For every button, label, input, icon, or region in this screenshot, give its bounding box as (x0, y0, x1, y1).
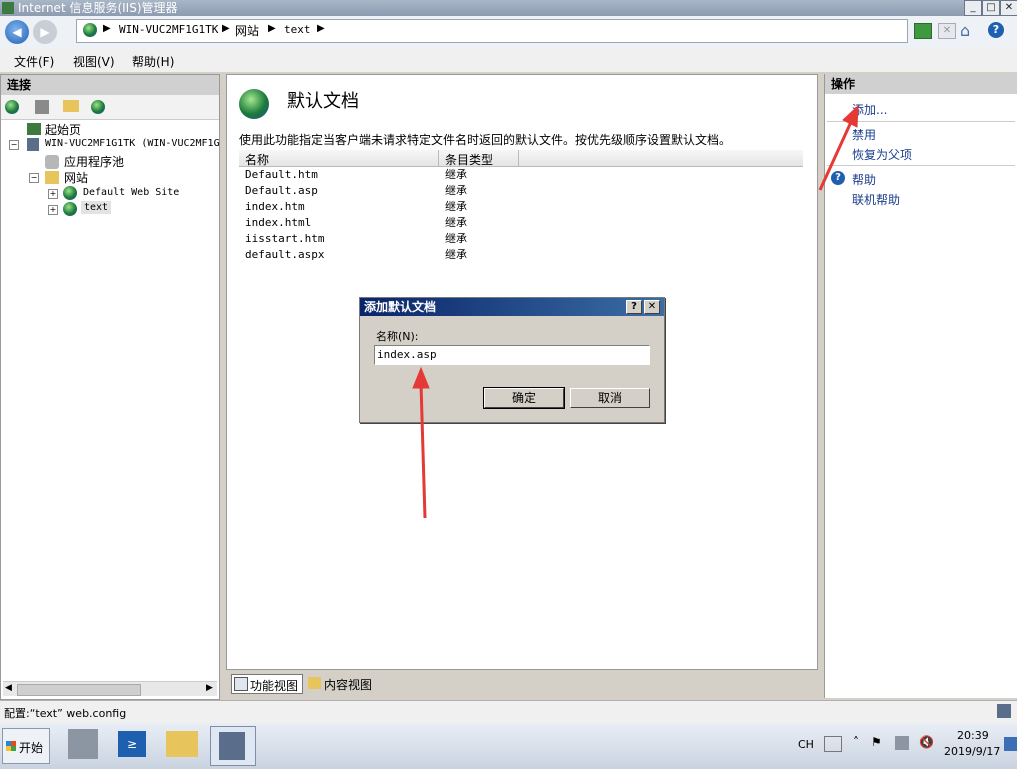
annotation-arrow-dialog (419, 383, 427, 519)
volume-muted-icon[interactable]: 🔇 (919, 735, 934, 749)
network-icon[interactable] (895, 736, 909, 750)
language-indicator[interactable]: CH (798, 738, 814, 751)
start-button[interactable]: 开始 (2, 728, 50, 764)
clock-date[interactable]: 2019/9/17 (944, 745, 1000, 758)
windows-logo-icon (6, 741, 16, 751)
iis-taskbar-button[interactable] (210, 726, 256, 766)
keyboard-icon[interactable] (824, 736, 842, 752)
annotation-arrowhead-dialog (412, 366, 430, 389)
server-manager-icon[interactable] (68, 729, 98, 759)
taskbar: 开始 ≥ CH ˄ ⚑ 🔇 20:39 2019/9/17 (0, 723, 1017, 769)
iis-icon (219, 732, 245, 760)
powershell-icon[interactable]: ≥ (118, 731, 146, 757)
clock-time[interactable]: 20:39 (957, 729, 989, 742)
server-status-icon (997, 704, 1011, 718)
status-bar: 配置:“text” web.config (0, 700, 1017, 723)
show-desktop-button[interactable] (1004, 737, 1017, 751)
annotation-arrowhead-add (842, 104, 859, 128)
annotation-arrows (412, 104, 859, 519)
annotation-arrow-add (818, 121, 853, 191)
start-label: 开始 (19, 741, 44, 755)
status-text: 配置:“text” web.config (4, 707, 127, 720)
explorer-icon[interactable] (166, 731, 198, 757)
show-hidden-icons[interactable]: ˄ (853, 735, 859, 749)
flag-icon[interactable]: ⚑ (871, 735, 882, 749)
